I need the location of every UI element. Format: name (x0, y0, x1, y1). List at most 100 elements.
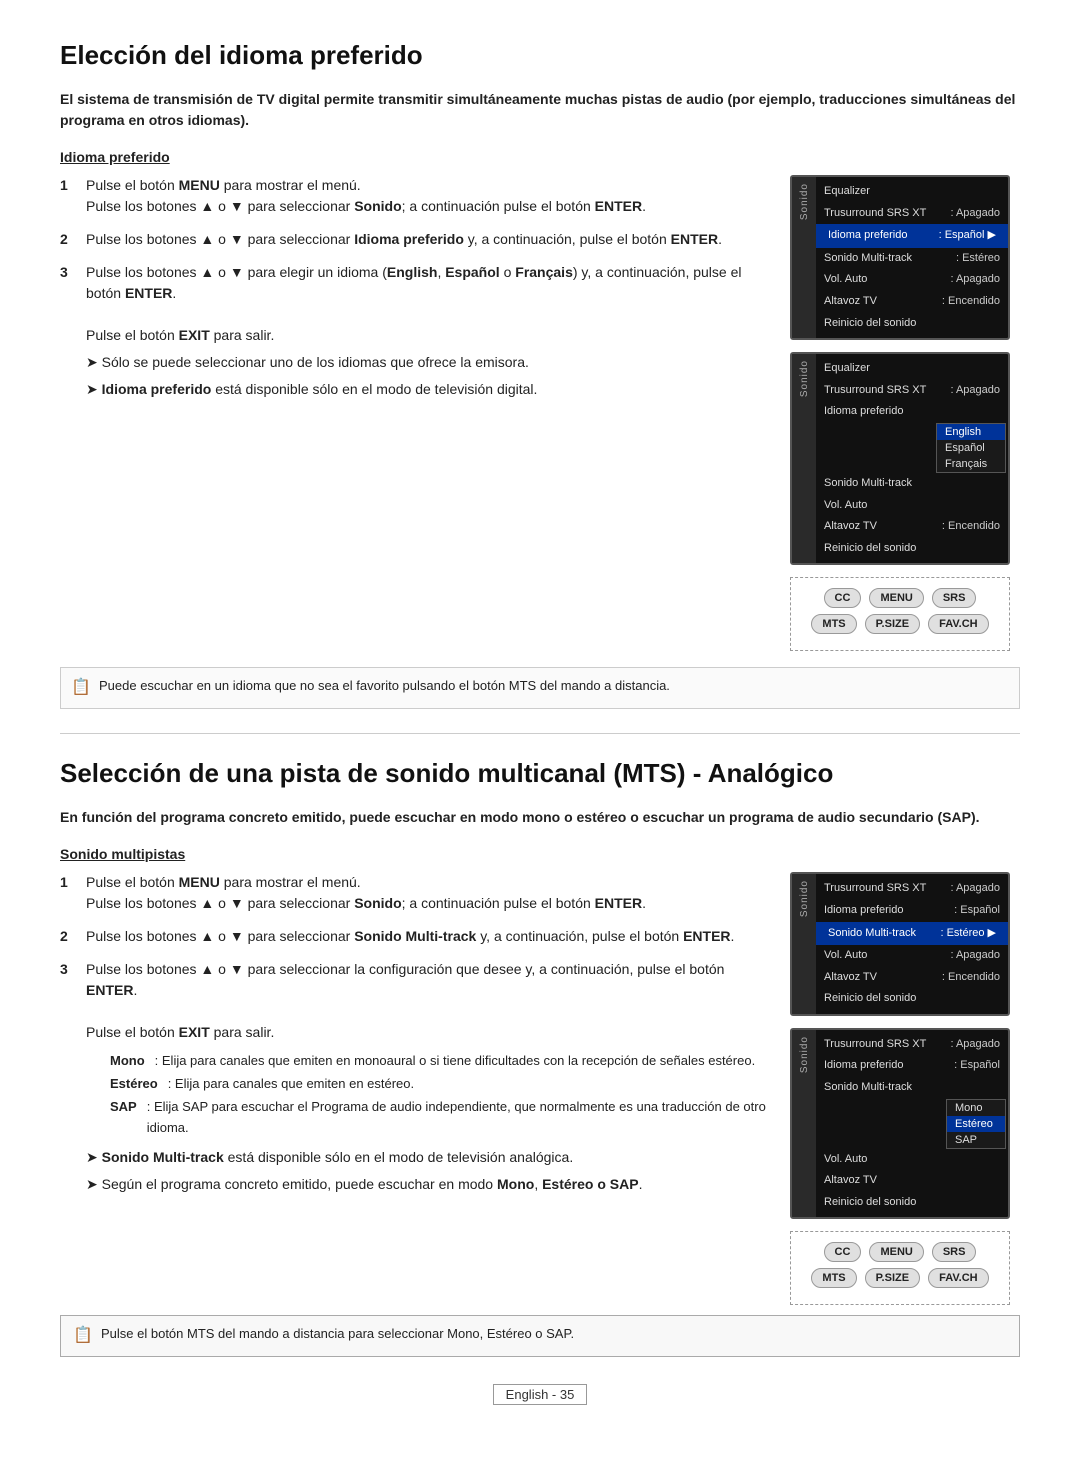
tv-screen-1: Sonido Equalizer Trusurround SRS XT : Ap… (790, 175, 1010, 340)
step2-num-1: 1 (60, 872, 76, 914)
step2-num-2: 2 (60, 926, 76, 947)
bullet-sap: SAP: Elija SAP para escuchar el Programa… (110, 1097, 766, 1139)
step-num-3: 3 (60, 262, 76, 404)
remote-2: CC MENU SRS MTS P.SIZE FAV.CH (790, 1231, 1010, 1305)
btn-psize-1: P.SIZE (865, 614, 920, 634)
dropdown-option-sap: SAP (947, 1132, 1005, 1148)
arrow-note-s2-2: Según el programa concreto emitido, pued… (86, 1174, 766, 1195)
tv-row-eq1: Equalizer (816, 181, 1008, 203)
tv-row-idioma4: Idioma preferido : Español (816, 1055, 1008, 1077)
note-box-1: 📋 Puede escuchar en un idioma que no sea… (60, 667, 1020, 709)
dropdown-option-mono: Mono (947, 1100, 1005, 1116)
btn-psize-2: P.SIZE (865, 1268, 920, 1288)
tv-row-vol3: Vol. Auto : Apagado (816, 945, 1008, 967)
page-number: English - 35 (493, 1384, 588, 1405)
step-2-1: 1 Pulse el botón MENU para mostrar el me… (60, 872, 766, 914)
section1-intro: El sistema de transmisión de TV digital … (60, 89, 1020, 131)
page-footer: English - 35 (60, 1387, 1020, 1402)
tv-content-4: Trusurround SRS XT : Apagado Idioma pref… (816, 1030, 1008, 1218)
dropdown-option-english: English (937, 424, 1005, 440)
section1-title: Elección del idioma preferido (60, 40, 1020, 71)
dropdown-2: Mono Estéreo SAP (816, 1099, 1006, 1149)
btn-favch-2: FAV.CH (928, 1268, 989, 1288)
step2-text-3: Pulse los botones ▲ o ▼ para seleccionar… (86, 959, 766, 1198)
tv-row-multi4: Sonido Multi-track (816, 1077, 1008, 1099)
tv-row-multi2: Sonido Multi-track (816, 473, 1008, 495)
dropdown-option-francais: Français (937, 456, 1005, 472)
tv-row-reinicio3: Reinicio del sonido (816, 988, 1008, 1010)
tv-content-1: Equalizer Trusurround SRS XT : Apagado I… (816, 177, 1008, 338)
tv-row-reinicio1: Reinicio del sonido (816, 313, 1008, 335)
tv-row-vol4: Vol. Auto (816, 1149, 1008, 1171)
arrow-note-2: Idioma preferido está disponible sólo en… (86, 379, 766, 400)
tv-row-altavoz1: Altavoz TV : Encendido (816, 291, 1008, 313)
footer-note-2: 📋 Pulse el botón MTS del mando a distanc… (60, 1315, 1020, 1357)
btn-srs-2: SRS (932, 1242, 977, 1262)
remote2-row-1: CC MENU SRS (801, 1242, 999, 1262)
tv-row-trs3: Trusurround SRS XT : Apagado (816, 878, 1008, 900)
note-icon-2: 📋 (73, 1324, 93, 1348)
tv-sidebar-2: Sonido (792, 354, 816, 563)
btn-mts-1: MTS (811, 614, 856, 634)
tv-row-trs1: Trusurround SRS XT : Apagado (816, 203, 1008, 225)
step-1-1: 1 Pulse el botón MENU para mostrar el me… (60, 175, 766, 217)
step-num-2: 2 (60, 229, 76, 250)
tv-row-reinicio4: Reinicio del sonido (816, 1192, 1008, 1214)
bullet-mono: Mono: Elija para canales que emiten en m… (110, 1051, 766, 1072)
tv-row-idioma1: Idioma preferido : Español ▶ (816, 224, 1008, 248)
sidebar-label-1: Sonido (799, 183, 810, 220)
btn-cc-1: CC (824, 588, 862, 608)
dropdown-options-2: Mono Estéreo SAP (946, 1099, 1006, 1149)
dropdown-1: English Español Français (816, 423, 1006, 473)
tv-content-3: Trusurround SRS XT : Apagado Idioma pref… (816, 874, 1008, 1014)
section2-steps-col: 1 Pulse el botón MENU para mostrar el me… (60, 872, 766, 1305)
step2-text-1: Pulse el botón MENU para mostrar el menú… (86, 872, 766, 914)
tv-row-idioma3: Idioma preferido : Español (816, 900, 1008, 922)
step-2-3: 3 Pulse los botones ▲ o ▼ para seleccion… (60, 959, 766, 1198)
tv-row-vol1: Vol. Auto : Apagado (816, 269, 1008, 291)
section2-title: Selección de una pista de sonido multica… (60, 758, 1020, 789)
tv-sidebar-4: Sonido (792, 1030, 816, 1218)
section2-steps-list: 1 Pulse el botón MENU para mostrar el me… (60, 872, 766, 1198)
tv-row-altavoz4: Altavoz TV (816, 1170, 1008, 1192)
sidebar-label-3: Sonido (799, 880, 810, 917)
remote2-row-2: MTS P.SIZE FAV.CH (801, 1268, 999, 1288)
step-2-2: 2 Pulse los botones ▲ o ▼ para seleccion… (60, 926, 766, 947)
bullet-list-2: Mono: Elija para canales que emiten en m… (86, 1051, 766, 1138)
tv-row-eq2: Equalizer (816, 358, 1008, 380)
tv-screen-3: Sonido Trusurround SRS XT : Apagado Idio… (790, 872, 1010, 1016)
tv-screen-2: Sonido Equalizer Trusurround SRS XT : Ap… (790, 352, 1010, 565)
step-num-1: 1 (60, 175, 76, 217)
section2-screens-col: Sonido Trusurround SRS XT : Apagado Idio… (790, 872, 1020, 1305)
step-text-2: Pulse los botones ▲ o ▼ para seleccionar… (86, 229, 766, 250)
section1-content: 1 Pulse el botón MENU para mostrar el me… (60, 175, 1020, 651)
tv-row-multi1: Sonido Multi-track : Estéreo (816, 248, 1008, 270)
btn-mts-2: MTS (811, 1268, 856, 1288)
btn-favch-1: FAV.CH (928, 614, 989, 634)
tv-row-trs4: Trusurround SRS XT : Apagado (816, 1034, 1008, 1056)
step2-text-2: Pulse los botones ▲ o ▼ para seleccionar… (86, 926, 766, 947)
tv-row-trs2: Trusurround SRS XT : Apagado (816, 380, 1008, 402)
tv-row-multi3: Sonido Multi-track : Estéreo ▶ (816, 922, 1008, 946)
step-text-1: Pulse el botón MENU para mostrar el menú… (86, 175, 766, 217)
step-1-3: 3 Pulse los botones ▲ o ▼ para elegir un… (60, 262, 766, 404)
remote-1: CC MENU SRS MTS P.SIZE FAV.CH (790, 577, 1010, 651)
section2-intro: En función del programa concreto emitido… (60, 807, 1020, 828)
section1-steps-col: 1 Pulse el botón MENU para mostrar el me… (60, 175, 766, 651)
section1-screens-col: Sonido Equalizer Trusurround SRS XT : Ap… (790, 175, 1020, 651)
remote-row-1: CC MENU SRS (801, 588, 999, 608)
step-1-2: 2 Pulse los botones ▲ o ▼ para seleccion… (60, 229, 766, 250)
arrow-note-s2-1: Sonido Multi-track está disponible sólo … (86, 1147, 766, 1168)
step2-num-3: 3 (60, 959, 76, 1198)
section2-subsection: Sonido multipistas (60, 846, 1020, 862)
tv-screen-4: Sonido Trusurround SRS XT : Apagado Idio… (790, 1028, 1010, 1220)
bullet-estereo: Estéreo: Elija para canales que emiten e… (110, 1074, 766, 1095)
dropdown-option-espanol: Español (937, 440, 1005, 456)
footer-note-text-2: Pulse el botón MTS del mando a distancia… (101, 1324, 574, 1344)
remote-row-2: MTS P.SIZE FAV.CH (801, 614, 999, 634)
tv-sidebar-1: Sonido (792, 177, 816, 338)
section2-content: 1 Pulse el botón MENU para mostrar el me… (60, 872, 1020, 1305)
tv-row-vol2: Vol. Auto (816, 495, 1008, 517)
tv-row-altavoz2: Altavoz TV : Encendido (816, 516, 1008, 538)
section-divider (60, 733, 1020, 734)
